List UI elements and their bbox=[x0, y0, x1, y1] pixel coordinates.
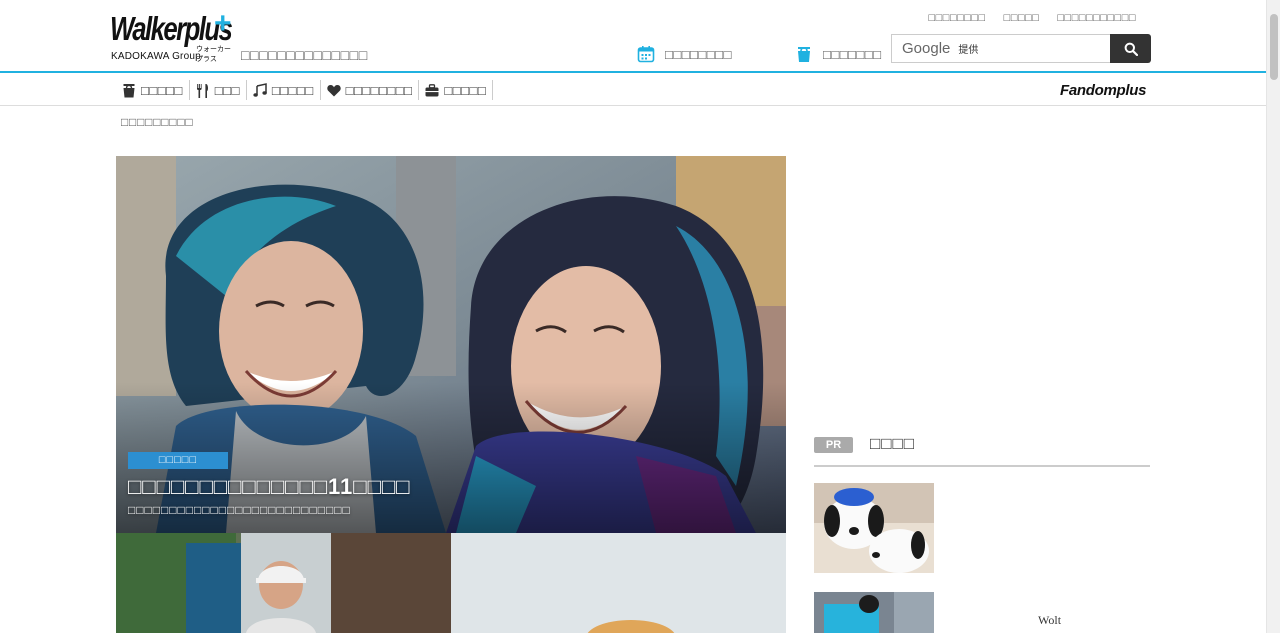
nav-items: □□□□□ □□□ □□□□□ □□□□□□□□ □□□□□ bbox=[116, 80, 494, 100]
hero-subtitle: □□□□□□□□□□□□□□□□□□□□□□□□□□□ bbox=[128, 503, 351, 517]
pr-item-1-image[interactable] bbox=[814, 483, 934, 573]
nav-item-label: □□□□□□□□ bbox=[345, 82, 413, 98]
thumbnail-photo bbox=[116, 533, 451, 633]
hero-feature[interactable]: □□□□□ □□□□□□□□□□□□□□11□□□□ □□□□□□□□□□□□□… bbox=[116, 156, 786, 533]
bag-icon bbox=[123, 83, 135, 97]
bag-icon bbox=[795, 45, 813, 63]
search-provided-label: 提供 bbox=[958, 45, 979, 56]
event-calendar-label: □□□□□□□□ bbox=[665, 46, 732, 62]
nav-item-label: □□□□□ bbox=[141, 82, 183, 98]
pr-badge: PR bbox=[814, 437, 853, 453]
nav-item-label: □□□□□ bbox=[444, 82, 487, 98]
logo-plus-icon: + bbox=[214, 7, 232, 40]
music-note-icon bbox=[253, 83, 267, 97]
fork-knife-icon bbox=[196, 83, 208, 98]
nav-item-travel[interactable]: □□□□□ bbox=[419, 80, 494, 100]
breadcrumb[interactable]: □□□□□□□□□ bbox=[121, 115, 193, 129]
search-input[interactable]: Google 提供 bbox=[891, 34, 1110, 63]
logo-group-text: KADOKAWA Group bbox=[111, 51, 201, 62]
calendar-icon bbox=[637, 45, 655, 63]
gourmet-label: □□□□□□□ bbox=[823, 46, 882, 62]
nav-item-love[interactable]: □□□□□□□□ bbox=[321, 80, 420, 100]
hero-title[interactable]: □□□□□□□□□□□□□□11□□□□ bbox=[128, 474, 410, 500]
top-link-2[interactable]: □□□□□ bbox=[1004, 12, 1040, 24]
top-link-3[interactable]: □□□□□□□□□□□ bbox=[1057, 12, 1136, 24]
top-link-1[interactable]: □□□□□□□□ bbox=[929, 12, 986, 24]
pr-section-title: □□□□ bbox=[870, 434, 916, 453]
hero-category-badge: □□□□□ bbox=[128, 452, 228, 469]
thumbnail-photo bbox=[451, 533, 786, 633]
plush-photo bbox=[814, 483, 934, 573]
search-icon bbox=[1124, 42, 1138, 56]
nav-item-gourmet[interactable]: □□□ bbox=[190, 80, 247, 100]
delivery-photo bbox=[814, 592, 934, 633]
nav-item-label: □□□□□ bbox=[271, 82, 314, 98]
heart-icon bbox=[326, 84, 341, 96]
event-calendar-link[interactable]: □□□□□□□□ bbox=[637, 45, 732, 63]
walkerplus-logo[interactable]: Walkerplus + ウォーカープラス KADOKAWA Group bbox=[110, 9, 235, 65]
site-tagline: □□□□□□□□□□□□□□ bbox=[241, 47, 368, 63]
fandomplus-logo[interactable]: Fandomplus bbox=[1060, 82, 1146, 99]
google-brand: Google bbox=[902, 40, 951, 57]
category-navbar: □□□□□ □□□ □□□□□ □□□□□□□□ □□□□□ Fandomplu… bbox=[0, 73, 1266, 106]
nav-item-label: □□□ bbox=[214, 82, 240, 98]
pr-item-2-image[interactable] bbox=[814, 592, 934, 633]
pr-item-2-text[interactable]: Wolt bbox=[1038, 613, 1061, 628]
article-thumbnail-1[interactable] bbox=[116, 533, 451, 633]
gourmet-link[interactable]: □□□□□□□ bbox=[795, 45, 881, 63]
pr-section-header: PR □□□□ bbox=[814, 432, 1150, 467]
page: Walkerplus + ウォーカープラス KADOKAWA Group □□□… bbox=[0, 0, 1280, 633]
logo-kana: ウォーカープラス bbox=[196, 46, 231, 63]
page-scrollbar[interactable] bbox=[1266, 0, 1280, 633]
nav-item-music[interactable]: □□□□□ bbox=[247, 80, 321, 100]
site-header: Walkerplus + ウォーカープラス KADOKAWA Group □□□… bbox=[0, 0, 1266, 72]
site-search: Google 提供 bbox=[891, 34, 1151, 63]
search-button[interactable] bbox=[1110, 34, 1151, 63]
article-thumbnail-2[interactable] bbox=[451, 533, 786, 633]
top-links: □□□□□□□□ □□□□□ □□□□□□□□□□□ bbox=[929, 12, 1136, 24]
nav-item-shopping[interactable]: □□□□□ bbox=[116, 80, 190, 100]
scrollbar-thumb[interactable] bbox=[1270, 14, 1278, 80]
suitcase-icon bbox=[425, 83, 439, 96]
